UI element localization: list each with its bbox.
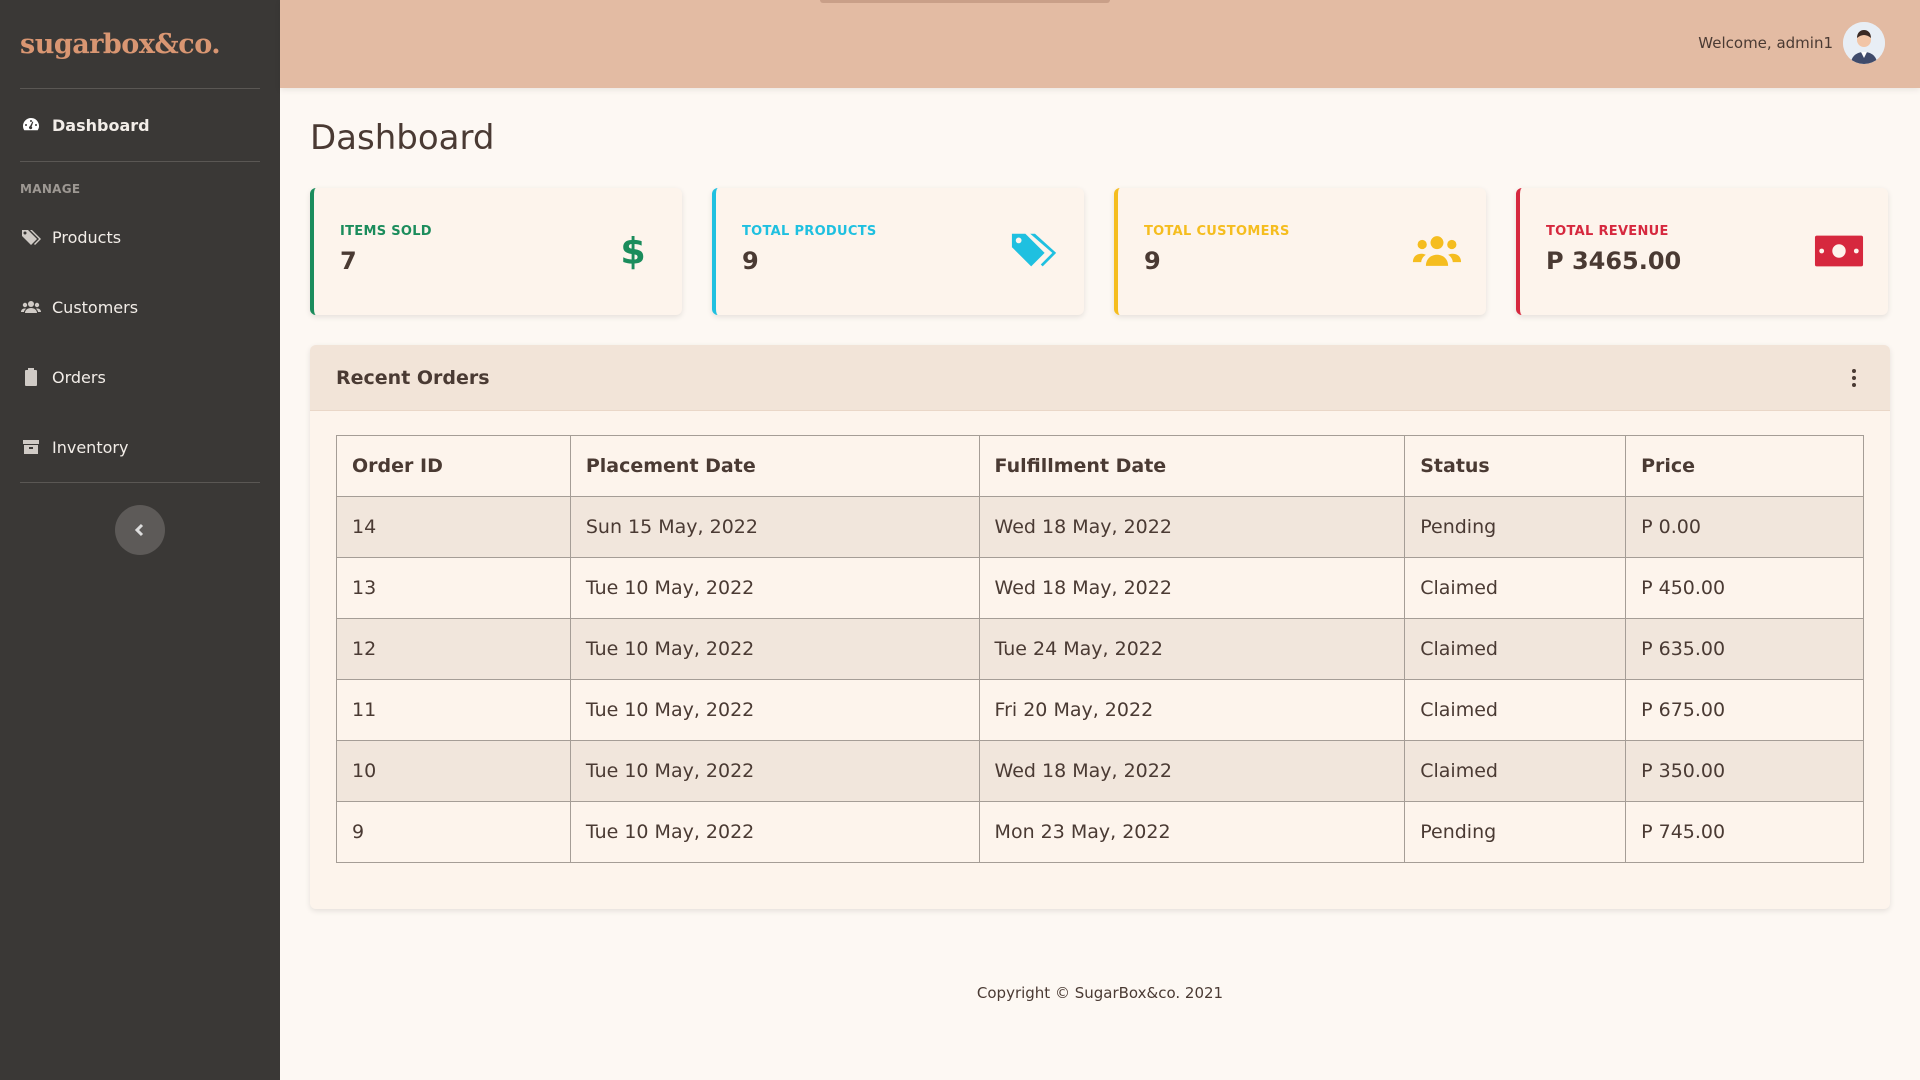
dollar-icon: $ (608, 226, 658, 276)
table-header-row: Order ID Placement Date Fulfillment Date… (336, 435, 1864, 497)
user-menu[interactable]: Welcome, admin1 (1698, 22, 1885, 64)
cell-status: Pending (1404, 496, 1627, 558)
box-icon (20, 436, 42, 458)
recent-orders-panel: Recent Orders Order ID Placement Date Fu… (310, 345, 1890, 909)
cell-status: Claimed (1404, 740, 1627, 802)
cell-price: P 635.00 (1625, 618, 1864, 680)
sidebar-item-label: Orders (52, 367, 106, 387)
sidebar-item-customers[interactable]: Customers (0, 272, 280, 342)
cell-order-id: 10 (336, 740, 571, 802)
chevron-left-icon (134, 523, 144, 537)
sidebar-item-label: Dashboard (52, 115, 150, 135)
sidebar-section-heading: MANAGE (20, 182, 81, 196)
topbar: Welcome, admin1 (280, 0, 1920, 88)
cell-price: P 450.00 (1625, 557, 1864, 619)
table-row[interactable]: 9 Tue 10 May, 2022 Mon 23 May, 2022 Pend… (336, 801, 1864, 863)
sidebar: sugarbox&co. Dashboard MANAGE Products C… (0, 0, 280, 1080)
tags-icon (1010, 226, 1060, 276)
cell-placement-date: Tue 10 May, 2022 (569, 557, 980, 619)
footer-copyright: Copyright © SugarBox&co. 2021 (976, 984, 1224, 1002)
cell-placement-date: Tue 10 May, 2022 (569, 618, 980, 680)
money-bill-icon (1814, 226, 1864, 276)
cell-order-id: 12 (336, 618, 571, 680)
orders-table: Order ID Placement Date Fulfillment Date… (336, 435, 1864, 863)
cell-order-id: 13 (336, 557, 571, 619)
page-title: Dashboard (310, 118, 495, 158)
cell-placement-date: Tue 10 May, 2022 (569, 801, 980, 863)
sidebar-toggle-button[interactable] (115, 505, 165, 555)
cell-price: P 350.00 (1625, 740, 1864, 802)
sidebar-item-inventory[interactable]: Inventory (0, 412, 280, 482)
column-header[interactable]: Fulfillment Date (978, 435, 1406, 497)
table-row[interactable]: 14 Sun 15 May, 2022 Wed 18 May, 2022 Pen… (336, 496, 1864, 558)
table-row[interactable]: 13 Tue 10 May, 2022 Wed 18 May, 2022 Cla… (336, 557, 1864, 619)
cell-price: P 675.00 (1625, 679, 1864, 741)
svg-text:$: $ (620, 231, 645, 271)
cell-fulfillment-date: Wed 18 May, 2022 (978, 557, 1406, 619)
sidebar-item-products[interactable]: Products (0, 202, 280, 272)
main-content: Dashboard ITEMS SOLD 7 $ TOTAL PRODUCTS … (310, 88, 1890, 909)
cell-fulfillment-date: Wed 18 May, 2022 (978, 496, 1406, 558)
cell-fulfillment-date: Wed 18 May, 2022 (978, 740, 1406, 802)
clipboard-icon (20, 366, 42, 388)
sidebar-item-orders[interactable]: Orders (0, 342, 280, 412)
more-options-icon[interactable] (1844, 366, 1864, 390)
table-row[interactable]: 11 Tue 10 May, 2022 Fri 20 May, 2022 Cla… (336, 679, 1864, 741)
avatar[interactable] (1843, 22, 1885, 64)
cell-fulfillment-date: Mon 23 May, 2022 (978, 801, 1406, 863)
users-icon (1412, 226, 1462, 276)
stat-card-total-revenue: TOTAL REVENUE P 3465.00 (1516, 188, 1888, 315)
recent-orders-title: Recent Orders (336, 366, 490, 389)
stat-card-total-customers: TOTAL CUSTOMERS 9 (1114, 188, 1486, 315)
cell-status: Claimed (1404, 618, 1627, 680)
welcome-text: Welcome, admin1 (1698, 34, 1833, 52)
brand-logo[interactable]: sugarbox&co. (0, 0, 280, 88)
column-header[interactable]: Placement Date (569, 435, 980, 497)
column-header[interactable]: Price (1625, 435, 1864, 497)
cell-order-id: 14 (336, 496, 571, 558)
stat-cards: ITEMS SOLD 7 $ TOTAL PRODUCTS 9 TOTAL CU… (310, 188, 1890, 315)
user-avatar-icon (1843, 22, 1885, 64)
cell-fulfillment-date: Tue 24 May, 2022 (978, 618, 1406, 680)
cell-placement-date: Tue 10 May, 2022 (569, 740, 980, 802)
cell-price: P 745.00 (1625, 801, 1864, 863)
sidebar-item-label: Products (52, 227, 122, 247)
gauge-icon (20, 114, 42, 136)
cell-price: P 0.00 (1625, 496, 1864, 558)
sidebar-divider (20, 482, 260, 483)
table-row[interactable]: 12 Tue 10 May, 2022 Tue 24 May, 2022 Cla… (336, 618, 1864, 680)
column-header[interactable]: Status (1404, 435, 1627, 497)
table-row[interactable]: 10 Tue 10 May, 2022 Wed 18 May, 2022 Cla… (336, 740, 1864, 802)
cell-order-id: 11 (336, 679, 571, 741)
cell-status: Claimed (1404, 679, 1627, 741)
sidebar-item-label: Customers (52, 297, 139, 317)
brand-name: sugarbox&co. (20, 28, 221, 60)
column-header[interactable]: Order ID (336, 435, 571, 497)
users-icon (20, 296, 42, 318)
cell-placement-date: Sun 15 May, 2022 (569, 496, 980, 558)
sidebar-item-label: Inventory (52, 437, 129, 457)
topbar-handle (820, 0, 1110, 3)
stat-card-total-products: TOTAL PRODUCTS 9 (712, 188, 1084, 315)
tags-icon (20, 226, 42, 248)
cell-status: Pending (1404, 801, 1627, 863)
sidebar-item-dashboard[interactable]: Dashboard (0, 89, 280, 161)
stat-card-items-sold: ITEMS SOLD 7 $ (310, 188, 682, 315)
cell-placement-date: Tue 10 May, 2022 (569, 679, 980, 741)
cell-order-id: 9 (336, 801, 571, 863)
recent-orders-header: Recent Orders (310, 345, 1890, 411)
cell-fulfillment-date: Fri 20 May, 2022 (978, 679, 1406, 741)
cell-status: Claimed (1404, 557, 1627, 619)
